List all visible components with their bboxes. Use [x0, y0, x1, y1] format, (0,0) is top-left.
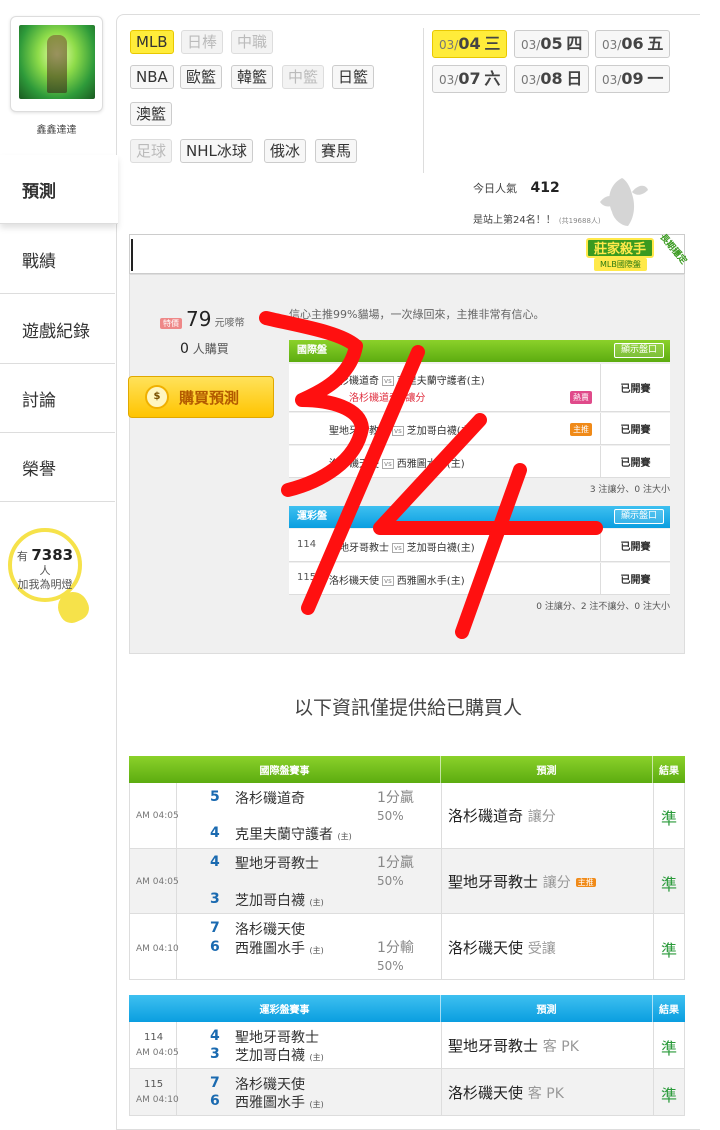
- intl-table-header: 國際盤賽事 預測 結果: [129, 756, 685, 783]
- league-cpbl: 中職: [231, 30, 274, 54]
- badge-subtitle: MLB國際盤: [594, 258, 647, 271]
- pick: 洛杉磯天使 受讓: [448, 939, 556, 957]
- badge-title: 莊家殺手: [586, 238, 655, 258]
- price-unit: 元嘜幣: [214, 318, 245, 329]
- purchaser-info-title: 以下資訊僅提供給已購買人: [293, 697, 522, 719]
- league-mlb[interactable]: MLB: [130, 30, 174, 54]
- intl-summary: 3 注讓分、0 注大小: [589, 485, 670, 495]
- league-nbl[interactable]: 澳籃: [130, 102, 173, 126]
- buyer-count: 0 人購買: [180, 341, 229, 357]
- fan-suffix: 人: [39, 564, 51, 577]
- pick: 聖地牙哥教士 讓分 主推: [448, 873, 596, 891]
- rank-total: (共19688人): [558, 217, 601, 225]
- table-row: 115 AM 04:10 7 洛杉磯天使 6 西雅圖水手 (主) 洛杉磯天使 客…: [129, 1069, 685, 1116]
- fan-prefix: 有: [16, 550, 28, 563]
- pick: 聖地牙哥教士 客 PK: [448, 1037, 579, 1055]
- hot-tag: 熱賣: [570, 391, 592, 404]
- follow-widget[interactable]: 有 7383 人 加我為明燈: [8, 528, 93, 628]
- main-pick-tag: 主推: [575, 878, 596, 887]
- preview-row: 洛杉磯天使 vs 西雅圖水手(主) 已開賽: [289, 446, 670, 478]
- preview-row: 114 聖地牙哥教士 vs 芝加哥白襪(主) 已開賽: [289, 529, 670, 562]
- site-logo-icon: [600, 178, 648, 226]
- match-status: 已開賽: [600, 413, 670, 444]
- league-euro-basketball[interactable]: 歐籃: [180, 65, 223, 89]
- match-status: 已開賽: [600, 446, 670, 477]
- date-0307[interactable]: 03/07 六: [432, 65, 508, 93]
- league-khl[interactable]: 俄冰: [264, 139, 307, 163]
- match-status: 已開賽: [600, 563, 670, 594]
- divider: [423, 28, 424, 173]
- table-row: 114 AM 04:05 4 聖地牙哥教士 3 芝加哥白襪 (主) 聖地牙哥教士…: [129, 1022, 685, 1069]
- league-kbl[interactable]: 韓籃: [231, 65, 274, 89]
- date-0305[interactable]: 03/05 四: [514, 30, 590, 58]
- league-npb: 日棒: [181, 30, 224, 54]
- sports-summary: 0 注讓分、2 注不讓分、0 注大小: [536, 602, 670, 612]
- nav-honor[interactable]: 榮譽: [0, 433, 115, 502]
- sports-table-header: 運彩盤賽事 預測 結果: [129, 995, 685, 1022]
- result-accurate: 準: [661, 809, 678, 828]
- result-accurate: 準: [661, 1086, 678, 1105]
- date-0309[interactable]: 03/09 一: [595, 65, 671, 93]
- date-0304[interactable]: 03/04 三: [432, 30, 508, 58]
- preview-row: 洛杉磯道奇 vs 克里夫蘭守護者(主) 洛杉磯道奇 讓分 熱賣 已開賽: [289, 364, 670, 412]
- show-odds-button[interactable]: 顯示盤口: [613, 343, 664, 358]
- league-soccer: 足球: [130, 139, 173, 163]
- table-row: AM 04:10 7 洛杉磯天使 6 西雅圖水手 (主) 1分輸 50% 洛杉磯天…: [129, 914, 685, 980]
- follow-cta[interactable]: 加我為明燈: [18, 578, 73, 591]
- nav-record[interactable]: 戰績: [0, 225, 115, 294]
- pick: 洛杉磯天使 客 PK: [448, 1084, 564, 1102]
- table-row: AM 04:05 5 洛杉磯道奇 4 克里夫蘭守護者 (主) 1分贏 50% 洛杉…: [129, 783, 685, 849]
- username[interactable]: 鑫鑫達達: [10, 121, 103, 136]
- league-bleague[interactable]: 日籃: [332, 65, 375, 89]
- result-accurate: 準: [661, 941, 678, 960]
- league-nhl[interactable]: NHL冰球: [180, 139, 253, 163]
- popularity-label: 今日人氣: [473, 182, 517, 195]
- price-value: 79: [186, 307, 212, 331]
- nav-discussion[interactable]: 討論: [0, 364, 115, 433]
- buy-prediction-button[interactable]: $ 購買預測: [128, 376, 274, 418]
- pick: 洛杉磯道奇 讓分: [448, 807, 556, 825]
- fan-count-circle[interactable]: 有 7383 人 加我為明燈: [8, 528, 82, 602]
- coin-icon: $: [145, 385, 169, 409]
- league-horse-racing[interactable]: 賽馬: [315, 139, 358, 163]
- preview-row: 聖地牙哥教士 vs 芝加哥白襪(主) 主推 已開賽: [289, 413, 670, 445]
- league-sbl: 中籃: [282, 65, 325, 89]
- preview-row: 115 洛杉磯天使 vs 西雅圖水手(主) 已開賽: [289, 563, 670, 595]
- popularity-value: 412: [530, 180, 560, 196]
- price: 特價 79 元嘜幣: [160, 307, 245, 331]
- avatar-card[interactable]: [10, 16, 103, 112]
- show-odds-button[interactable]: 顯示盤口: [613, 509, 664, 524]
- buy-button-label: 購買預測: [179, 388, 240, 407]
- date-0308[interactable]: 03/08 日: [514, 65, 590, 93]
- confidence-note: 信心主推99%貓場，一次綠回來，主推非常有信心。: [289, 308, 545, 321]
- rank-text: 是站上第24名！！ (共19688人): [473, 215, 601, 226]
- result-accurate: 準: [661, 875, 678, 894]
- main-pick-tag: 主推: [570, 423, 592, 436]
- nav-game-log[interactable]: 遊戲紀錄: [0, 295, 115, 364]
- avatar[interactable]: [19, 25, 95, 99]
- table-row: AM 04:05 4 聖地牙哥教士 3 芝加哥白襪 (主) 1分贏 50% 聖地牙…: [129, 849, 685, 914]
- fan-count: 7383: [31, 546, 74, 564]
- sports-preview-header: 運彩盤 顯示盤口: [289, 506, 670, 528]
- popularity: 今日人氣 412: [473, 180, 560, 196]
- intl-preview-header: 國際盤 顯示盤口: [289, 340, 670, 362]
- league-nba[interactable]: NBA: [130, 65, 174, 89]
- badge-ribbon: 長期穩定: [657, 232, 689, 267]
- match-status: 已開賽: [600, 529, 670, 561]
- sale-tag: 特價: [160, 318, 182, 329]
- date-0306[interactable]: 03/06 五: [595, 30, 671, 58]
- match-status: 已開賽: [600, 364, 670, 411]
- result-accurate: 準: [661, 1039, 678, 1058]
- achievement-badge: 莊家殺手 MLB國際盤 長期穩定: [580, 232, 700, 278]
- nav-prediction[interactable]: 預測: [0, 155, 118, 224]
